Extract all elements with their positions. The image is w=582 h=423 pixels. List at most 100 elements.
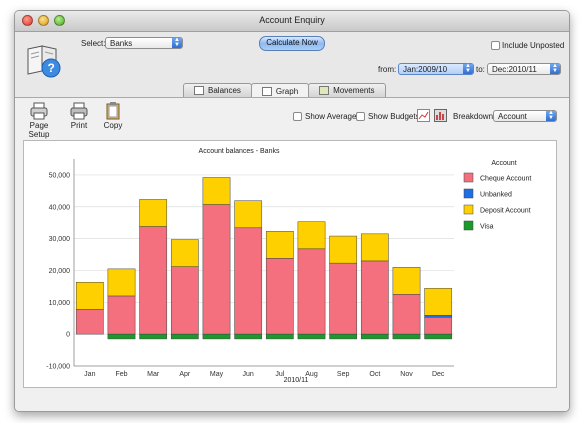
from-label: from: xyxy=(378,65,397,74)
account-enquiry-window: Account Enquiry ? Select: Banks ▲ ▼ Calcu… xyxy=(14,10,570,412)
legend-label: Deposit Account xyxy=(480,208,531,215)
page-setup-button[interactable]: Page Setup xyxy=(21,102,57,139)
tab-label: Balances xyxy=(208,86,241,95)
legend-label: Cheque Account xyxy=(480,176,531,183)
to-period-select[interactable]: Dec:2010/11 ▲ ▼ xyxy=(487,63,561,75)
bar-segment xyxy=(107,295,136,335)
bar-segment xyxy=(297,248,326,335)
bar-chart: Account balances - Banks -10,000 0 10,000 2… xyxy=(46,148,531,384)
bar-segment xyxy=(392,333,421,340)
to-label: to: xyxy=(476,65,485,74)
tab-graph[interactable]: Graph xyxy=(250,83,310,98)
bar-chart-icon[interactable] xyxy=(434,109,447,122)
printer-icon xyxy=(70,102,88,120)
bar-segment xyxy=(265,231,294,259)
bar-segment xyxy=(265,258,294,335)
copy-button[interactable]: Copy xyxy=(101,102,125,130)
from-period-select[interactable]: Jan:2009/10 ▲ ▼ xyxy=(398,63,474,75)
bar-segment xyxy=(297,333,326,340)
bar-segment xyxy=(202,177,231,205)
title-bar: Account Enquiry xyxy=(15,11,569,32)
print-label: Print xyxy=(70,121,88,130)
chevron-updown-icon: ▲ ▼ xyxy=(546,110,556,121)
bar-segment xyxy=(234,200,263,229)
bar-segment xyxy=(265,333,294,340)
bar-segment xyxy=(170,266,199,335)
to-value: Dec:2010/11 xyxy=(492,65,537,74)
x-axis-label: 2010/11 xyxy=(284,377,309,384)
bar-segment xyxy=(392,294,421,335)
bar-segment xyxy=(392,267,421,295)
bar-segment xyxy=(234,333,263,340)
bar-segment xyxy=(170,239,199,267)
legend-label: Visa xyxy=(480,224,494,231)
calculate-now-button[interactable]: Calculate Now xyxy=(259,36,325,51)
balances-icon xyxy=(194,86,204,95)
show-budgets-checkbox[interactable] xyxy=(356,112,365,121)
printer-setup-icon xyxy=(30,102,48,120)
show-budgets-label: Show Budgets xyxy=(368,112,420,121)
bar-segment xyxy=(234,227,263,335)
x-tick-label: Oct xyxy=(369,371,380,378)
from-value: Jan:2009/10 xyxy=(403,65,448,74)
x-tick-label: Jan xyxy=(84,371,95,378)
tab-label: Movements xyxy=(333,86,375,95)
y-tick-label: 40,000 xyxy=(49,204,71,211)
bar-segment xyxy=(424,288,453,316)
bar-segment xyxy=(139,199,168,227)
y-tick-label: 0 xyxy=(66,332,70,339)
svg-text:?: ? xyxy=(48,61,55,75)
window-title: Account Enquiry xyxy=(259,15,325,25)
y-tick-label: 10,000 xyxy=(49,300,71,307)
chart-area: Account balances - Banks -10,000 0 10,000 2… xyxy=(23,140,557,388)
graph-icon xyxy=(261,86,272,96)
legend-swatch xyxy=(463,204,474,215)
tab-movements[interactable]: Movements xyxy=(308,83,386,97)
bar-segment xyxy=(75,309,104,335)
x-tick-label: Feb xyxy=(115,371,127,378)
show-average-label: Show Average xyxy=(305,112,357,121)
bar-segment xyxy=(107,333,136,340)
tab-balances[interactable]: Balances xyxy=(183,83,252,97)
legend-swatch xyxy=(463,220,474,231)
bar-segment xyxy=(360,333,389,340)
bar-segment xyxy=(424,317,453,335)
bar-segment xyxy=(329,235,358,264)
x-tick-label: Apr xyxy=(179,371,191,378)
bar-segment xyxy=(202,333,231,340)
chevron-updown-icon: ▲ ▼ xyxy=(550,63,560,74)
breakdown-select[interactable]: Account ▲ ▼ xyxy=(493,110,557,122)
bar-segment xyxy=(139,226,168,335)
clipboard-icon xyxy=(106,102,120,120)
x-tick-label: Jun xyxy=(243,371,254,378)
bar-segment xyxy=(424,333,453,340)
y-tick-label: 50,000 xyxy=(49,172,71,179)
book-question-icon: ? xyxy=(27,45,61,78)
show-average-checkbox[interactable] xyxy=(293,112,302,121)
page-setup-label: Page Setup xyxy=(28,121,50,139)
view-tabs: Balances Graph Movements xyxy=(183,83,386,98)
account-group-select[interactable]: Banks ▲ ▼ xyxy=(105,37,183,49)
include-unposted-label: Include Unposted xyxy=(502,41,565,50)
x-tick-label: Nov xyxy=(400,371,413,378)
select-value: Banks xyxy=(110,39,133,48)
bar-segment xyxy=(107,268,136,297)
include-unposted-checkbox[interactable] xyxy=(491,41,500,50)
print-button[interactable]: Print xyxy=(67,102,91,130)
legend-swatch xyxy=(463,188,474,199)
legend-label: Unbanked xyxy=(480,192,512,199)
bar-segment xyxy=(297,221,326,250)
x-tick-label: May xyxy=(210,371,224,378)
line-chart-icon[interactable] xyxy=(417,109,430,122)
graph-panel: Page Setup Print Copy Show Average Show … xyxy=(15,97,569,411)
legend-title: Account xyxy=(491,160,516,167)
breakdown-label: Breakdown: xyxy=(453,112,496,121)
legend-swatch xyxy=(463,172,474,183)
movements-icon xyxy=(319,86,330,95)
select-label: Select: xyxy=(81,39,106,48)
bar-segment xyxy=(170,333,199,340)
bar-segment xyxy=(424,315,453,318)
copy-label: Copy xyxy=(103,121,123,130)
bar-segment xyxy=(360,233,389,262)
chevron-updown-icon: ▲ ▼ xyxy=(172,37,182,48)
